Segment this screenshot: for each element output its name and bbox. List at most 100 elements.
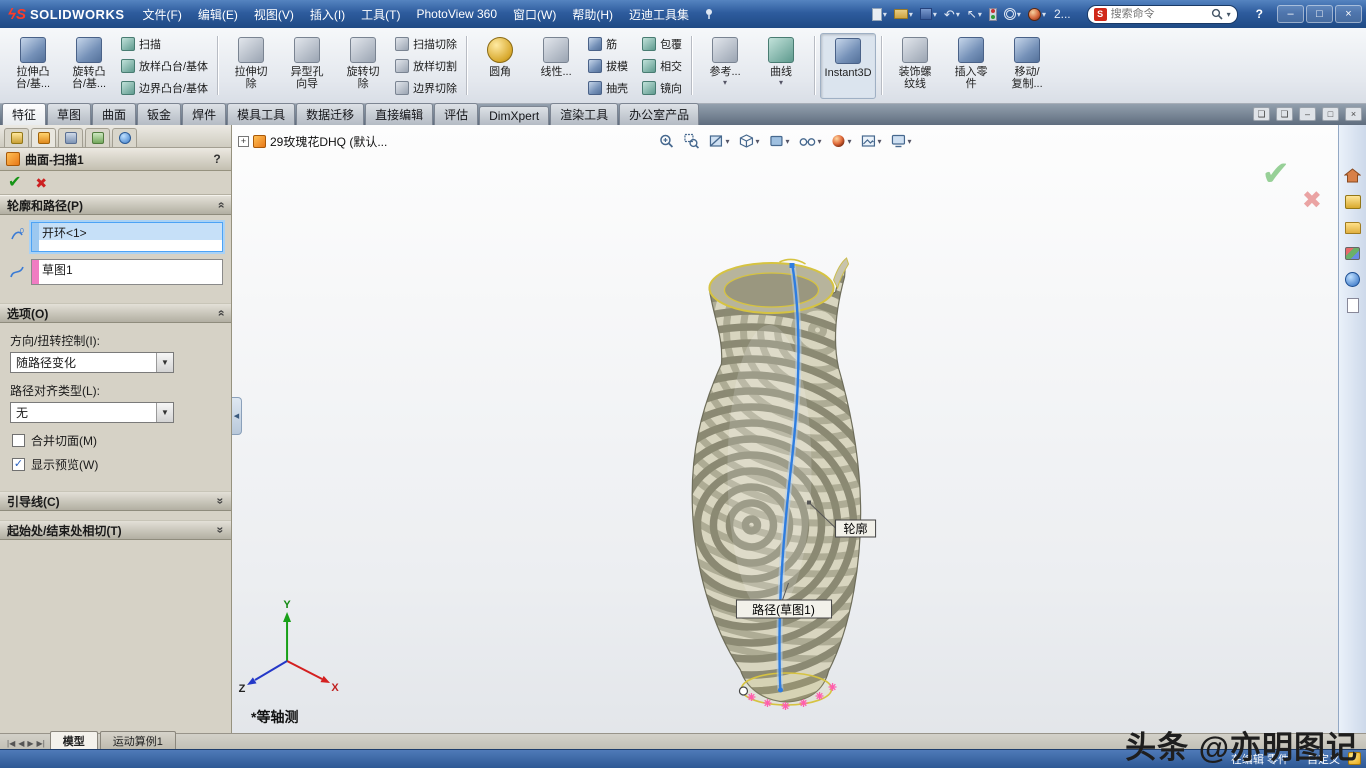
menu-maidi-tools[interactable]: 迈迪工具集: [621, 3, 697, 26]
draft-button[interactable]: 拔模: [584, 57, 632, 75]
curves-button[interactable]: 曲线▾: [753, 33, 809, 99]
hole-wizard-button[interactable]: 异型孔 向导: [279, 33, 335, 99]
linear-pattern-button[interactable]: 线性...: [528, 33, 584, 99]
view-palette-button[interactable]: [1343, 245, 1362, 262]
rebuild-button[interactable]: [989, 8, 997, 21]
display-style-button[interactable]: ▾: [767, 132, 790, 150]
path-selection-box[interactable]: 草图1: [31, 259, 223, 285]
tree-expand-icon[interactable]: +: [238, 136, 249, 147]
section-options[interactable]: 选项(O) »: [0, 303, 231, 323]
tab-dimxpert[interactable]: DimXpert: [479, 106, 549, 125]
hide-show-items-button[interactable]: ▾: [797, 132, 822, 150]
tab-office-products[interactable]: 办公室产品: [619, 103, 699, 125]
loft-boss-button[interactable]: 放样凸台/基体: [117, 57, 212, 75]
tab-evaluate[interactable]: 评估: [434, 103, 478, 125]
shell-button[interactable]: 抽壳: [584, 79, 632, 97]
menu-photoview360[interactable]: PhotoView 360: [409, 4, 506, 24]
doc-tile-icon[interactable]: ❏: [1276, 107, 1293, 121]
reference-geometry-button[interactable]: 参考...▾: [697, 33, 753, 99]
boundary-boss-button[interactable]: 边界凸台/基体: [117, 79, 212, 97]
orientation-dropdown[interactable]: 随路径变化 ▼: [10, 352, 174, 373]
loft-cut-button[interactable]: 放样切割: [391, 57, 461, 75]
scroll-next-icon[interactable]: ▶: [27, 739, 33, 748]
show-preview-checkbox[interactable]: ✓ 显示预览(W): [12, 456, 223, 473]
instant3d-button[interactable]: Instant3D: [820, 33, 876, 99]
fillet-button[interactable]: 圆角: [472, 33, 528, 99]
sweep-cut-button[interactable]: 扫描切除: [391, 35, 461, 53]
rib-button[interactable]: 筋: [584, 35, 632, 53]
configurationmanager-tab[interactable]: [58, 128, 83, 147]
tab-features[interactable]: 特征: [2, 103, 46, 125]
tab-sketch[interactable]: 草图: [47, 103, 91, 125]
extrude-cut-button[interactable]: 拉伸切 除: [223, 33, 279, 99]
appearances-scenes-button[interactable]: [1343, 271, 1362, 288]
new-document-button[interactable]: ▾: [872, 8, 887, 21]
doc-close-button[interactable]: ×: [1345, 107, 1362, 121]
toolbar-overflow-label[interactable]: 2...: [1054, 7, 1071, 21]
section-start-end-tangency[interactable]: 起始处/结束处相切(T) »: [0, 520, 231, 540]
scroll-last-icon[interactable]: ▶|: [37, 739, 45, 748]
menu-tools[interactable]: 工具(T): [353, 3, 408, 26]
zoom-fit-button[interactable]: [657, 132, 675, 150]
scroll-first-icon[interactable]: |◀: [7, 739, 15, 748]
wrap-button[interactable]: 包覆: [638, 35, 686, 53]
tab-scroll-buttons[interactable]: |◀ ◀ ▶ ▶|: [2, 739, 50, 749]
menu-insert[interactable]: 插入(I): [302, 3, 353, 26]
menu-view[interactable]: 视图(V): [246, 3, 302, 26]
section-guide-curves[interactable]: 引导线(C) »: [0, 491, 231, 511]
boundary-cut-button[interactable]: 边界切除: [391, 79, 461, 97]
save-button[interactable]: ▾: [920, 8, 937, 20]
tab-mold-tools[interactable]: 模具工具: [227, 103, 295, 125]
close-button[interactable]: ×: [1335, 5, 1362, 23]
path-start-point[interactable]: [790, 263, 795, 268]
menu-file[interactable]: 文件(F): [135, 3, 190, 26]
view-orientation-button[interactable]: ▾: [737, 132, 760, 150]
confirm-ok-button[interactable]: ✔: [1262, 157, 1291, 191]
section-profile-and-path[interactable]: 轮廓和路径(P) »: [0, 195, 231, 215]
tab-motion-study[interactable]: 运动算例1: [100, 731, 176, 749]
minimize-button[interactable]: –: [1277, 5, 1304, 23]
custom-properties-button[interactable]: [1343, 297, 1362, 314]
select-button[interactable]: ↖▾: [967, 8, 982, 20]
tab-sheet-metal[interactable]: 钣金: [137, 103, 181, 125]
search-dropdown-icon[interactable]: ▾: [1227, 10, 1231, 19]
profile-selection-box[interactable]: 开环<1>: [31, 222, 223, 252]
alignment-dropdown[interactable]: 无 ▼: [10, 402, 174, 423]
menu-edit[interactable]: 编辑(E): [190, 3, 246, 26]
doc-cascade-icon[interactable]: ❏: [1253, 107, 1270, 121]
tab-data-migration[interactable]: 数据迁移: [296, 103, 364, 125]
doc-minimize-button[interactable]: –: [1299, 107, 1316, 121]
file-explorer-button[interactable]: [1343, 219, 1362, 236]
options-button[interactable]: ▾: [1004, 8, 1021, 20]
dimxpertmanager-tab[interactable]: [85, 128, 110, 147]
insert-part-button[interactable]: 插入零 件: [943, 33, 999, 99]
edit-appearance-button-hud[interactable]: ▾: [830, 132, 853, 150]
design-library-button[interactable]: [1343, 193, 1362, 210]
section-view-button[interactable]: ▾: [707, 132, 730, 150]
tab-surfaces[interactable]: 曲面: [92, 103, 136, 125]
doc-restore-button[interactable]: □: [1322, 107, 1339, 121]
pm-help-button[interactable]: ?: [209, 151, 225, 167]
graphics-area[interactable]: 轮廓 路径(草图1) Y X Z + 29玫瑰花DHQ (默认...: [232, 125, 1338, 733]
command-search-box[interactable]: S ▾: [1087, 5, 1238, 24]
displaymanager-tab[interactable]: [112, 128, 137, 147]
path-end-point[interactable]: [778, 688, 783, 693]
revolve-boss-button[interactable]: 旋转凸 台/基...: [61, 33, 117, 99]
menu-pin-icon[interactable]: [703, 8, 715, 20]
view-settings-button[interactable]: ▾: [890, 132, 913, 150]
help-button[interactable]: ?: [1248, 7, 1271, 21]
confirm-cancel-button[interactable]: ✖: [1302, 189, 1322, 213]
zoom-area-button[interactable]: [682, 132, 700, 150]
mirror-button[interactable]: 镜向: [638, 79, 686, 97]
panel-splitter-handle[interactable]: ◀: [232, 397, 242, 435]
search-icon[interactable]: [1211, 8, 1223, 20]
merge-tangent-faces-checkbox[interactable]: 合并切面(M): [12, 432, 223, 449]
cancel-button[interactable]: ✖: [35, 176, 47, 190]
sweep-button[interactable]: 扫描: [117, 35, 212, 53]
search-input[interactable]: [1111, 8, 1207, 20]
solidworks-resources-button[interactable]: [1343, 167, 1362, 184]
cosmetic-thread-button[interactable]: 装饰螺 纹线: [887, 33, 943, 99]
tab-model[interactable]: 模型: [50, 731, 98, 749]
undo-button[interactable]: ↶▾: [944, 8, 960, 21]
extrude-boss-button[interactable]: 拉伸凸 台/基...: [5, 33, 61, 99]
